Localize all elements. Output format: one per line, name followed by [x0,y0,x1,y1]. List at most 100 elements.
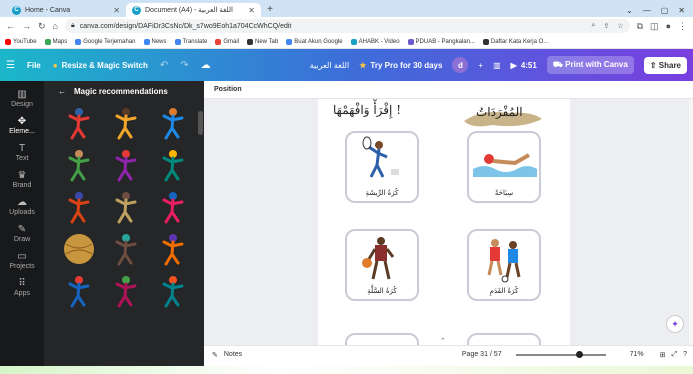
undo-icon[interactable]: ↶ [160,60,168,71]
reload-icon[interactable]: ↻ [38,21,46,32]
panel-header: ← Magic recommendations [44,81,204,101]
url-field[interactable]: 🔒︎ canva.com/design/DAFiDr3CsNc/Dk_s7wo9… [64,19,630,33]
menu-kebab-icon[interactable]: ⋮ [678,21,687,32]
redo-icon[interactable]: ↷ [180,60,188,71]
magic-assistant-icon[interactable]: ✦ [666,315,684,333]
text-icon: T [18,143,26,154]
chevron-down-icon[interactable]: ⌄ [626,6,633,15]
insights-icon[interactable]: ▥ [493,61,501,70]
element-thumbnail[interactable] [103,189,150,225]
hamburger-menu-icon[interactable]: ☰ [6,60,15,71]
nav-item-draw[interactable]: ✎ Draw [14,224,30,243]
element-thumbnail[interactable] [103,105,150,141]
vocab-card-swimming[interactable]: سِبَاحَةٌ [467,131,541,203]
bookmark-favicon-icon [350,38,357,45]
browser-tab-active[interactable]: C Document (A4) - اللغة العربية ✕ [126,3,261,17]
minimize-icon[interactable]: — [643,6,651,15]
share-button[interactable]: ⇧ Share [643,56,687,74]
page-expand-chevron-icon[interactable]: ⌃ [440,337,446,345]
notes-icon[interactable]: ✎ [212,351,218,359]
bookmark-item[interactable]: Daftar Kata Kerja O... [482,38,548,45]
bookmark-item[interactable]: Gmail [215,38,239,45]
design-page[interactable]: إِقْرَأْ وَافْهَمْهَا ! المُفْرَدَاتُ كُ… [318,99,570,345]
bookmark-star-icon[interactable]: ☆ [617,22,623,30]
close-tab-icon[interactable]: ✕ [113,6,120,15]
new-tab-button[interactable]: + [261,3,279,17]
element-thumbnail[interactable] [56,189,103,225]
back-arrow-icon[interactable]: ← [58,87,66,96]
bookmark-item[interactable]: Buat Akun Google [286,38,343,45]
sidepanel-icon[interactable]: ◫ [650,21,659,32]
element-thumbnail[interactable] [56,231,103,267]
bookmark-item[interactable]: News [143,38,167,45]
element-thumbnail[interactable] [149,273,196,309]
bookmark-item[interactable]: Translate [174,38,207,45]
bookmark-item[interactable]: PDUAB - Pangkalan... [407,38,475,45]
heading-right[interactable]: المُفْرَدَاتُ [476,105,523,119]
nav-item-brand[interactable]: ♛ Brand [13,170,32,189]
element-thumbnail[interactable] [56,105,103,141]
zoom-icon[interactable]: ⌕ [592,22,596,30]
element-thumbnail[interactable] [103,231,150,267]
heading-left[interactable]: إِقْرَأْ وَافْهَمْهَا ! [333,103,401,117]
nav-item-design[interactable]: ▥ Design [11,89,33,108]
share-page-icon[interactable]: ⇪ [603,22,609,30]
nav-item-text[interactable]: T Text [16,143,29,162]
bookmark-item[interactable]: YouTube [5,38,37,45]
close-window-icon[interactable]: ✕ [678,6,685,15]
forward-icon[interactable]: → [22,21,31,31]
help-icon[interactable]: ? [683,351,687,358]
vocab-card-badminton[interactable]: كُرَةُ الرِّيشَةِ [345,131,419,203]
file-menu[interactable]: File [27,61,41,70]
bookmark-item[interactable]: AHABK - Video [350,38,400,45]
document-title[interactable]: اللغة العربية [310,61,350,70]
canva-favicon-icon: C [132,5,141,15]
element-thumbnail[interactable] [149,231,196,267]
try-pro-button[interactable]: ★ Try Pro for 30 days [359,61,442,70]
present-button[interactable]: ▶ 4:51 [511,61,537,70]
close-tab-icon[interactable]: ✕ [248,6,255,15]
bookmark-item[interactable]: New Tab [247,38,278,45]
profile-icon[interactable]: ● [666,21,671,31]
nav-item-uploads[interactable]: ☁ Uploads [9,197,35,216]
vocab-card-basketball[interactable]: كُرَةُ السَّلَّةِ [345,229,419,301]
element-thumbnail[interactable] [56,273,103,309]
address-bar-row: ← → ↻ ⌂ 🔒︎ canva.com/design/DAFiDr3CsNc/… [0,17,693,35]
vocab-card-partial[interactable] [345,333,419,345]
element-thumbnail[interactable] [103,273,150,309]
element-thumbnail[interactable] [149,189,196,225]
page-indicator[interactable]: Page 31 / 57 [462,351,502,358]
element-thumbnail[interactable] [149,147,196,183]
resize-magic-switch-button[interactable]: ● Resize & Magic Switch [53,61,148,70]
back-icon[interactable]: ← [6,21,15,31]
bookmark-item[interactable]: Google Terjemahan [75,38,136,45]
cloud-save-icon[interactable]: ☁ [201,60,211,71]
nav-item-projects[interactable]: ▭ Projects [9,251,34,270]
position-button[interactable]: Position [214,86,242,93]
zoom-slider[interactable] [515,350,606,358]
element-thumbnail[interactable] [103,147,150,183]
zoom-slider-knob[interactable] [575,350,583,358]
element-thumbnail[interactable] [149,105,196,141]
zoom-level[interactable]: 71% [630,351,644,358]
extensions-icon[interactable]: ⧉ [637,21,643,32]
maximize-icon[interactable]: ▢ [661,6,669,15]
canvas-scrollbar[interactable] [689,99,693,345]
element-thumbnail[interactable] [56,147,103,183]
home-icon[interactable]: ⌂ [53,21,58,31]
vocab-card-partial[interactable] [467,333,541,345]
vocab-card-football[interactable]: كُرَةُ القَدَمِ [467,229,541,301]
bookmark-favicon-icon [143,38,150,45]
avatar[interactable]: d [452,57,469,73]
panel-scrollbar[interactable] [198,111,203,135]
fullscreen-icon[interactable]: ⤢ [671,351,677,359]
nav-item-apps[interactable]: ⠿ Apps [14,278,30,297]
nav-item-eleme[interactable]: ✥ Eleme... [9,116,35,135]
add-collaborator-icon[interactable]: + [478,61,483,70]
notes-button[interactable]: Notes [224,351,242,358]
print-with-canva-button[interactable]: ⛟ Print with Canva [546,56,634,74]
bookmark-item[interactable]: Maps [44,38,67,45]
grid-view-icon[interactable]: ⊞ [660,351,666,359]
bookmark-label: PDUAB - Pangkalan... [415,38,475,45]
browser-tab[interactable]: C Home - Canva ✕ [6,3,126,17]
